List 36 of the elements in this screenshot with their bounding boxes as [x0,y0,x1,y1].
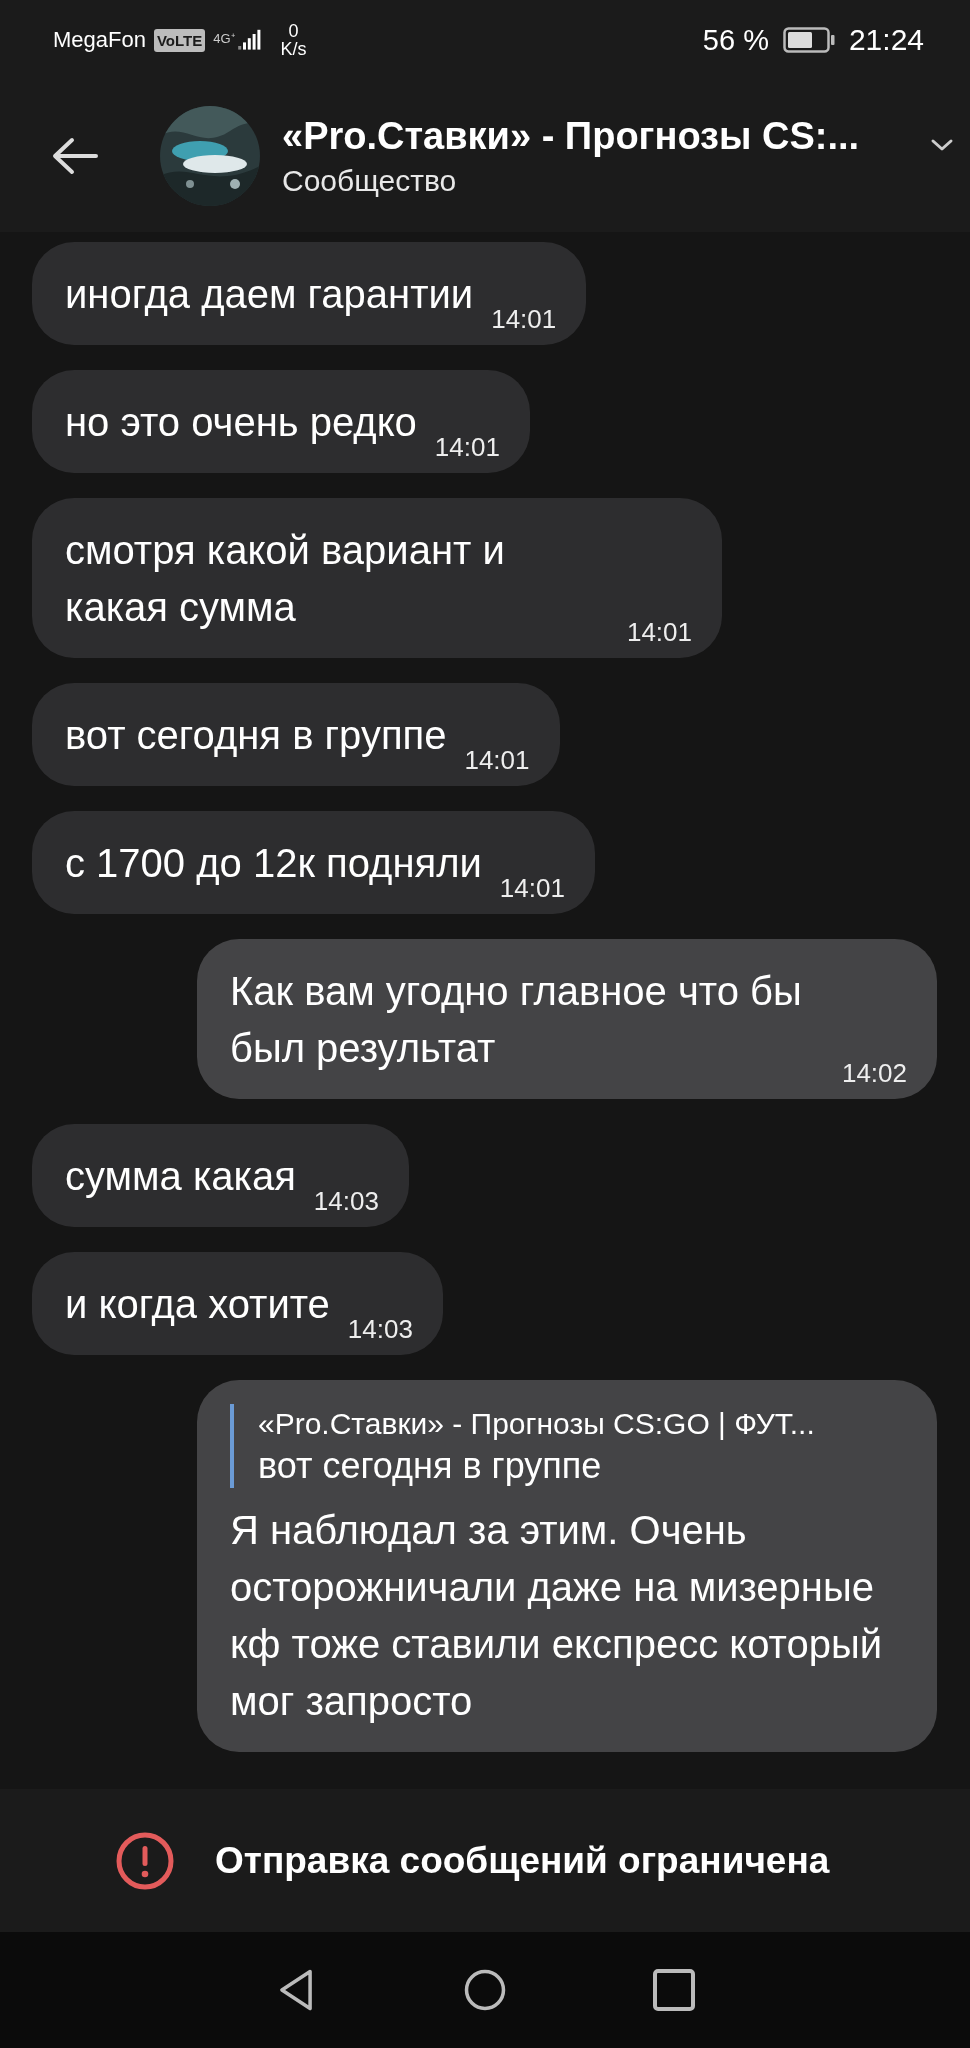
carrier-name: MegaFon [53,27,146,53]
quote-author: «Pro.Ставки» - Прогнозы CS:GO | ФУТ... [258,1406,816,1442]
back-arrow-icon[interactable] [50,136,100,176]
home-icon[interactable] [463,1968,507,2012]
message-time: 14:01 [491,304,557,335]
message-text: смотря какой вариант и какая сумма [65,527,506,631]
message-text: но это очень редко [65,399,417,446]
signal-icon [236,29,261,51]
message-text: Как вам угодно главное что бы был результат [230,968,803,1072]
restriction-notice: Отправка сообщений ограничена [215,1839,830,1882]
chat-subtitle: Сообщество [282,163,458,198]
speed-unit: K/s [280,40,307,58]
battery-percent: 56 % [702,23,769,57]
message-time: 14:01 [626,617,692,648]
chevron-down-icon[interactable] [930,138,954,152]
speed-value: 0 [288,22,299,40]
message-time: 14:01 [464,745,530,776]
chat-title[interactable]: «Pro.Ставки» - Прогнозы CS:... [282,114,922,158]
message-time: 14:02 [841,1058,907,1089]
clock-time: 21:24 [848,23,924,57]
network-type: 4G⁺ [213,30,235,47]
warning-icon [115,1830,175,1891]
message-time: 14:03 [313,1186,379,1217]
message-time: 14:03 [347,1314,413,1345]
message-text: иногда даем гарантии [65,271,474,318]
message-text: Я наблюдал за этим. Очень осторожничали даже на мизерные кф тоже ставили експресс который мог запросто [230,1507,884,1725]
volte-badge: VoLTE [153,28,206,52]
message-time: 14:01 [434,432,500,463]
quote-text: вот сегодня в группе [258,1444,603,1488]
message-time: 14:01 [499,873,565,904]
battery-icon [782,27,835,53]
message-text: и когда хотите [65,1281,330,1328]
recent-apps-icon[interactable] [652,1968,696,2012]
message-text: сумма какая [65,1153,296,1200]
message-text: с 1700 до 12к подняли [65,840,482,887]
message-text: вот сегодня в группе [65,712,447,759]
